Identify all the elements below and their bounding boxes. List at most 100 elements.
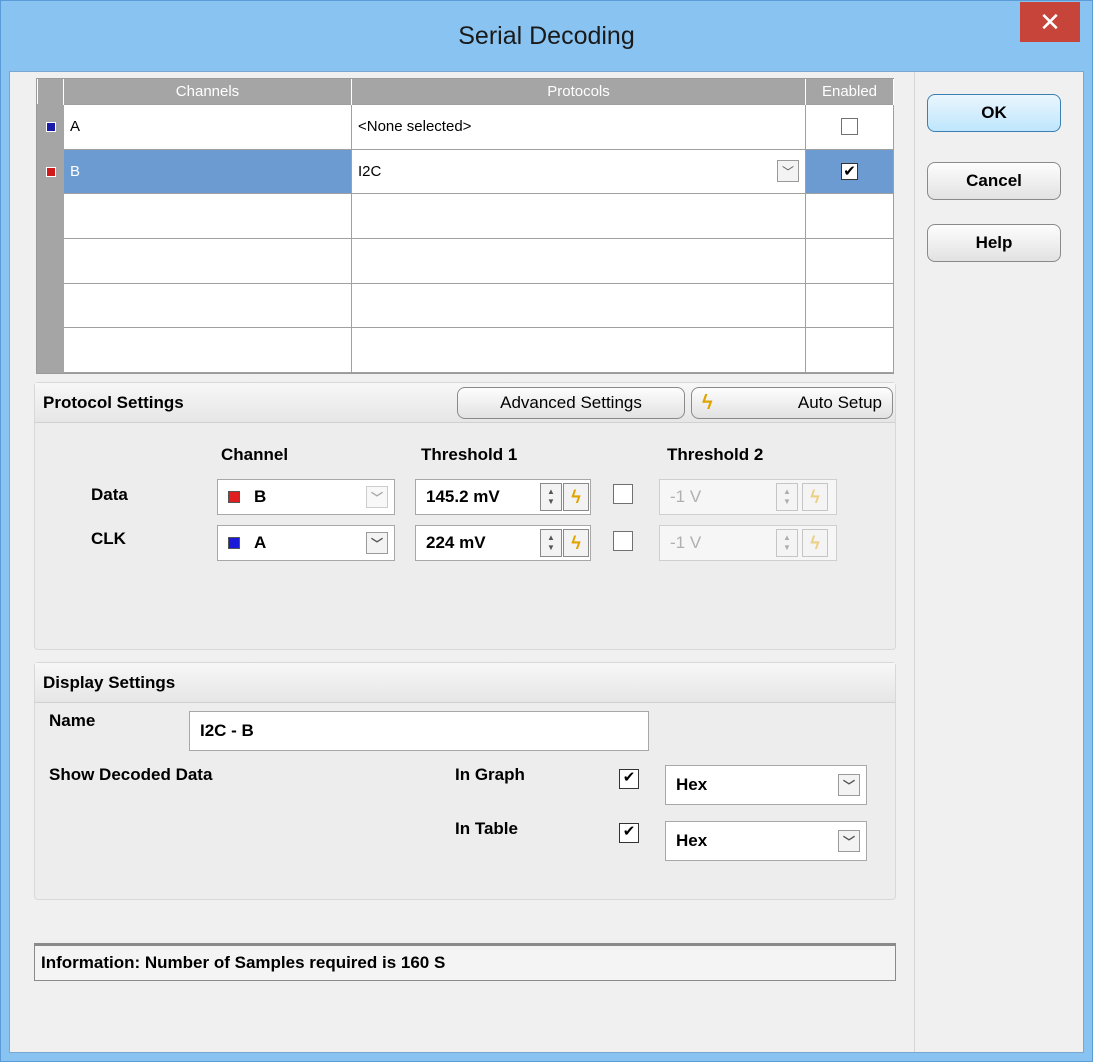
grid-empty-row xyxy=(37,237,894,284)
row-header-a xyxy=(37,103,64,150)
auto-setup-button[interactable]: ϟ Auto Setup xyxy=(691,387,893,419)
in-table-format-select[interactable]: Hex ﹀ xyxy=(665,821,867,861)
clk-threshold1-spinner[interactable]: ▲ ▼ xyxy=(540,529,562,557)
spin-up-icon: ▲ xyxy=(547,487,555,496)
lightning-icon: ϟ xyxy=(571,486,581,507)
close-button[interactable]: ✕ xyxy=(1020,2,1080,42)
lightning-icon: ϟ xyxy=(810,486,820,507)
in-table-format-dropdown[interactable]: ﹀ xyxy=(838,830,860,852)
grid-corner-header xyxy=(37,79,64,105)
channel-protocol-grid: Channels Protocols Enabled A <None selec… xyxy=(36,78,894,374)
protocol-cell-a[interactable]: <None selected> xyxy=(351,103,806,150)
clk-channel-value: A xyxy=(254,533,267,552)
data-threshold1-field[interactable]: 145.2 mV ▲ ▼ ϟ xyxy=(415,479,591,515)
checkmark-icon: ✔ xyxy=(843,163,856,181)
clk-threshold2-checkbox[interactable] xyxy=(613,531,633,551)
checkmark-icon: ✔ xyxy=(622,769,636,786)
data-threshold2-checkbox[interactable] xyxy=(613,484,633,504)
clk-threshold1-field[interactable]: 224 mV ▲ ▼ ϟ xyxy=(415,525,591,561)
information-bar: Information: Number of Samples required … xyxy=(34,943,896,981)
enabled-checkbox-b[interactable]: ✔ xyxy=(841,163,858,181)
data-threshold2-spinner: ▲ ▼ xyxy=(776,483,798,511)
grid-row-a[interactable]: A <None selected> xyxy=(37,103,894,150)
channel-b-swatch xyxy=(45,166,56,177)
data-threshold1-spinner[interactable]: ▲ ▼ xyxy=(540,483,562,511)
clk-threshold2-field: -1 V ▲ ▼ ϟ xyxy=(659,525,837,561)
spin-down-icon: ▼ xyxy=(547,543,555,552)
protocol-dropdown-button[interactable]: ﹀ xyxy=(777,160,799,183)
grid-empty-row xyxy=(37,193,894,239)
window-title: Serial Decoding xyxy=(458,21,635,50)
protocol-settings-title: Protocol Settings xyxy=(43,392,184,412)
lightning-icon: ϟ xyxy=(702,391,713,414)
clk-channel-dropdown[interactable]: ﹀ xyxy=(366,532,388,554)
lightning-icon: ϟ xyxy=(571,532,581,553)
advanced-settings-label: Advanced Settings xyxy=(500,393,642,412)
threshold1-column-label: Threshold 1 xyxy=(421,445,518,464)
help-button[interactable]: Help xyxy=(927,224,1061,262)
data-channel-select[interactable]: B ﹀ xyxy=(217,479,395,515)
clk-threshold1-value: 224 mV xyxy=(426,533,486,552)
in-graph-checkbox[interactable]: ✔ xyxy=(619,769,639,789)
channel-cell-a[interactable]: A xyxy=(63,103,352,150)
channels-column-header: Channels xyxy=(63,79,352,105)
name-label: Name xyxy=(49,711,96,730)
clk-channel-select[interactable]: A ﹀ xyxy=(217,525,395,561)
ok-button[interactable]: OK xyxy=(927,94,1061,132)
clk-threshold1-auto-button[interactable]: ϟ xyxy=(563,529,589,557)
spin-up-icon: ▲ xyxy=(547,533,555,542)
serial-decoding-dialog: Serial Decoding ✕ Channels Protocols Ena… xyxy=(0,0,1093,1062)
data-threshold1-auto-button[interactable]: ϟ xyxy=(563,483,589,511)
spin-down-icon: ▼ xyxy=(547,497,555,506)
grid-row-b[interactable]: B I2C ﹀ ✔ xyxy=(37,148,894,195)
advanced-settings-button[interactable]: Advanced Settings xyxy=(457,387,685,419)
enabled-cell-b: ✔ xyxy=(805,148,894,195)
data-threshold2-value: -1 V xyxy=(670,487,702,506)
settings-panel: Channels Protocols Enabled A <None selec… xyxy=(32,74,916,900)
enabled-checkbox-a[interactable] xyxy=(841,118,858,136)
cancel-button[interactable]: Cancel xyxy=(927,162,1061,200)
checkmark-icon: ✔ xyxy=(622,823,636,840)
spin-up-icon: ▲ xyxy=(783,533,791,542)
name-input-value: I2C - B xyxy=(200,721,254,740)
ok-label: OK xyxy=(981,103,1007,122)
row-header-b xyxy=(37,148,64,195)
in-graph-format-select[interactable]: Hex ﹀ xyxy=(665,765,867,805)
clk-channel-swatch xyxy=(228,537,240,549)
protocol-settings-group: Protocol Settings Advanced Settings ϟ Au… xyxy=(34,382,896,650)
data-row-label: Data xyxy=(91,485,128,504)
help-label: Help xyxy=(975,233,1013,252)
data-channel-dropdown[interactable]: ﹀ xyxy=(366,486,388,508)
grid-empty-row xyxy=(37,327,894,373)
in-table-checkbox[interactable]: ✔ xyxy=(619,823,639,843)
cancel-label: Cancel xyxy=(966,171,1022,190)
data-channel-value: B xyxy=(254,487,267,506)
threshold2-column-label: Threshold 2 xyxy=(667,445,764,464)
in-graph-format-dropdown[interactable]: ﹀ xyxy=(838,774,860,796)
in-table-format-value: Hex xyxy=(676,831,708,850)
enabled-column-header: Enabled xyxy=(805,79,894,105)
data-threshold2-auto-button: ϟ xyxy=(802,483,828,511)
enabled-cell-a xyxy=(805,103,894,150)
title-bar: Serial Decoding ✕ xyxy=(1,1,1092,71)
grid-empty-row xyxy=(37,282,894,329)
protocol-cell-b[interactable]: I2C ﹀ xyxy=(351,148,806,195)
protocols-column-header: Protocols xyxy=(351,79,806,105)
spin-down-icon: ▼ xyxy=(783,497,791,506)
in-graph-label: In Graph xyxy=(455,765,525,784)
clk-threshold2-auto-button: ϟ xyxy=(802,529,828,557)
spin-down-icon: ▼ xyxy=(783,543,791,552)
display-settings-header: Display Settings xyxy=(35,663,895,703)
clk-threshold2-spinner: ▲ ▼ xyxy=(776,529,798,557)
spin-up-icon: ▲ xyxy=(783,487,791,496)
protocol-combo-value: I2C xyxy=(358,162,382,180)
channel-a-swatch xyxy=(45,122,56,133)
chevron-down-icon: ﹀ xyxy=(842,778,855,793)
channel-cell-b[interactable]: B xyxy=(63,148,352,195)
lightning-icon: ϟ xyxy=(810,532,820,553)
name-input[interactable]: I2C - B xyxy=(189,711,649,751)
dialog-client-area: Channels Protocols Enabled A <None selec… xyxy=(9,71,1084,1053)
auto-setup-label: Auto Setup xyxy=(797,393,882,412)
button-column-separator xyxy=(914,72,915,1052)
chevron-down-icon: ﹀ xyxy=(781,164,794,179)
